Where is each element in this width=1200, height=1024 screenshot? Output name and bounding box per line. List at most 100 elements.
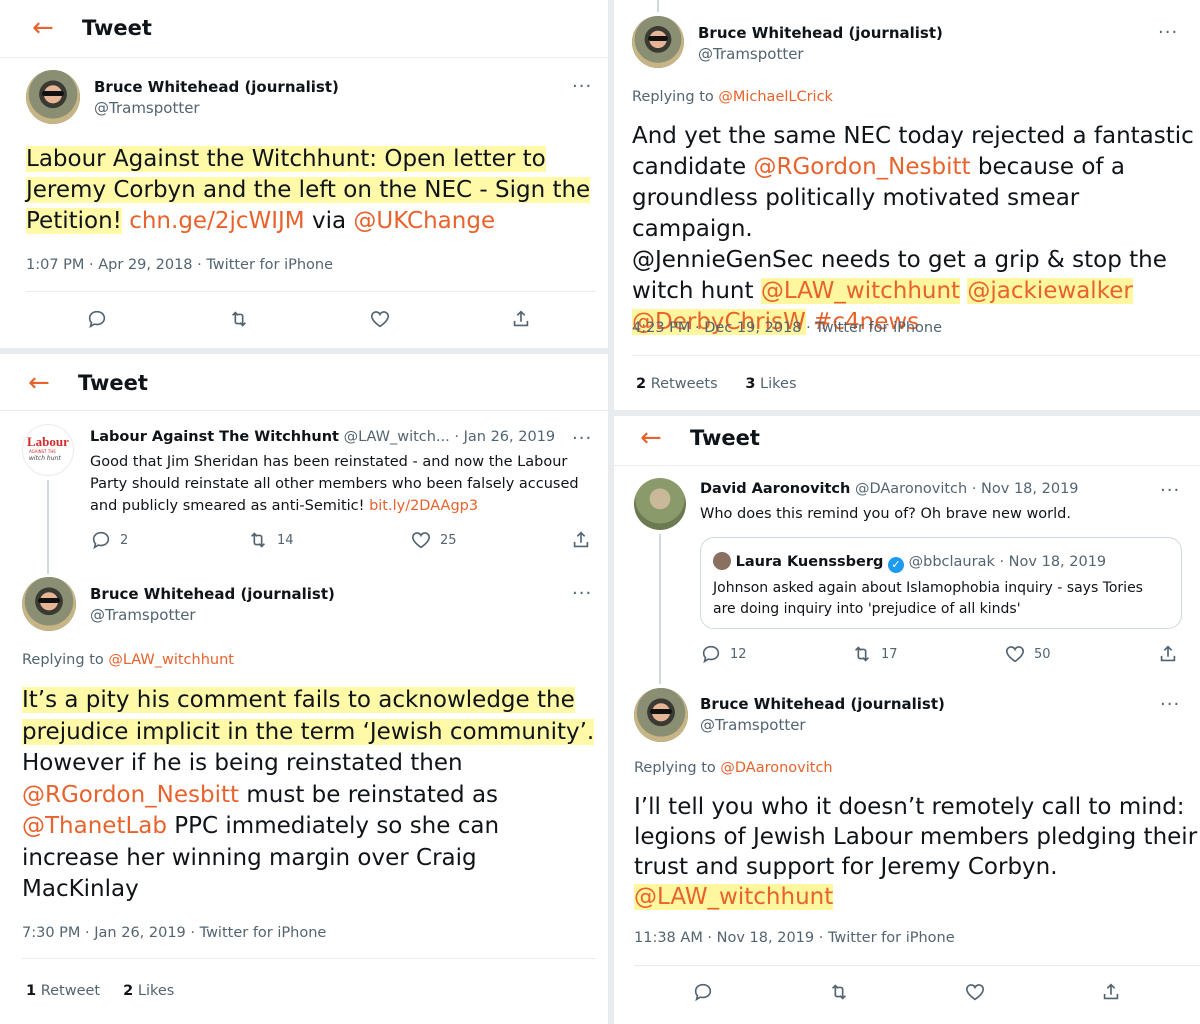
- author-handle[interactable]: @Tramspotter: [90, 606, 196, 624]
- more-icon[interactable]: ···: [1160, 696, 1180, 714]
- retweets-label[interactable]: Retweets: [651, 376, 718, 392]
- retweet-icon: [231, 311, 247, 327]
- header-divider: [0, 410, 608, 411]
- retweets-label[interactable]: Retweet: [41, 983, 100, 999]
- avatar[interactable]: [632, 16, 684, 68]
- likes-count[interactable]: 2: [123, 983, 133, 999]
- avatar[interactable]: [22, 577, 76, 631]
- likes-label[interactable]: Likes: [138, 983, 174, 999]
- tweet-timestamp[interactable]: 7:30 PM · Jan 26, 2019 · Twitter for iPh…: [22, 925, 326, 941]
- more-icon[interactable]: ···: [572, 430, 592, 448]
- retweet-button[interactable]: 14: [247, 529, 294, 551]
- replying-to: Replying to @LAW_witchhunt: [22, 652, 234, 668]
- tweet-text-highlight: prejudice implicit in the term ‘Jewish c…: [22, 718, 595, 745]
- tweet-timestamp[interactable]: 11:38 AM · Nov 18, 2019 · Twitter for iP…: [634, 930, 955, 946]
- likes-count[interactable]: 3: [745, 376, 755, 392]
- tweet-timestamp[interactable]: 4:23 PM · Dec 19, 2018 · Twitter for iPh…: [632, 320, 942, 336]
- mention-link[interactable]: @jackiewalker: [967, 278, 1133, 304]
- parent-author-name[interactable]: Labour Against The Witchhunt: [90, 429, 339, 445]
- quote-author-handle: @bbclaurak · Nov 18, 2019: [908, 554, 1107, 570]
- share-button[interactable]: [1100, 981, 1122, 1003]
- like-button[interactable]: [369, 308, 391, 330]
- mention-link[interactable]: @RGordon_Nesbitt: [753, 154, 970, 180]
- like-icon: [965, 984, 985, 1001]
- reply-icon: [88, 310, 106, 329]
- reply-button[interactable]: 12: [700, 643, 747, 665]
- author-name[interactable]: Bruce Whitehead (journalist): [698, 24, 943, 42]
- like-button[interactable]: [964, 981, 986, 1003]
- replying-to-mention[interactable]: @DAaronovitch: [720, 760, 832, 776]
- author-handle[interactable]: @Tramspotter: [700, 716, 806, 734]
- parent-link[interactable]: bit.ly/2DAAgp3: [369, 498, 478, 514]
- more-icon[interactable]: ···: [572, 585, 592, 603]
- replying-to-mention[interactable]: @LAW_witchhunt: [108, 652, 234, 668]
- law-avatar-sub2: witch hunt: [29, 455, 61, 462]
- replying-to-mention[interactable]: @MichaelLCrick: [718, 89, 833, 105]
- header-title: Tweet: [82, 16, 152, 40]
- reply-count: 2: [120, 532, 129, 548]
- parent-date[interactable]: · Jan 26, 2019: [454, 429, 555, 445]
- tweet-text: And yet the same NEC today rejected a fa…: [632, 123, 1194, 335]
- author-name[interactable]: Bruce Whitehead (journalist): [90, 585, 335, 603]
- share-button[interactable]: [570, 529, 592, 551]
- more-icon[interactable]: ···: [1158, 24, 1178, 42]
- tweet-link[interactable]: chn.ge/2jcWIJM: [129, 208, 304, 234]
- meta-divider: [632, 355, 1200, 356]
- like-button[interactable]: 25: [410, 529, 457, 551]
- mention-link[interactable]: @LAW_witchhunt: [760, 278, 961, 304]
- reply-button[interactable]: [692, 981, 714, 1003]
- likes-label[interactable]: Likes: [760, 376, 796, 392]
- law-avatar[interactable]: Labour AGAINST THE witch hunt: [22, 424, 74, 476]
- tweet-text-highlight: Labour Against the Witchhunt: Open lette…: [26, 146, 546, 172]
- retweet-icon: [831, 984, 847, 1000]
- tweet-panel-1: ← Tweet Bruce Whitehead (journalist) @Tr…: [0, 0, 608, 348]
- retweets-count[interactable]: 2: [636, 376, 646, 392]
- author-name[interactable]: Bruce Whitehead (journalist): [94, 78, 339, 96]
- reply-count: 12: [730, 646, 747, 662]
- header-divider: [0, 57, 608, 58]
- parent-author-name[interactable]: David Aaronovitch: [700, 481, 850, 497]
- reply-icon: [702, 645, 720, 664]
- more-icon[interactable]: ···: [572, 78, 592, 96]
- author-handle[interactable]: @Tramspotter: [698, 45, 804, 63]
- tweet-text-via: via: [311, 208, 347, 234]
- meta-divider: [26, 291, 596, 292]
- tweet-line: groundless politically motivated smear c…: [632, 185, 1080, 242]
- tweet-panel-3: ← Tweet Labour AGAINST THE witch hunt La…: [0, 354, 608, 1024]
- parent-avatar[interactable]: [634, 478, 686, 530]
- header-title: Tweet: [78, 371, 148, 395]
- back-arrow-icon[interactable]: ←: [32, 15, 82, 41]
- reply-button[interactable]: [86, 308, 108, 330]
- parent-author-handle[interactable]: @DAaronovitch · Nov 18, 2019: [855, 481, 1079, 497]
- avatar[interactable]: [26, 70, 80, 124]
- tweet-timestamp[interactable]: 1:07 PM · Apr 29, 2018 · Twitter for iPh…: [26, 257, 333, 273]
- like-button[interactable]: 50: [1004, 643, 1051, 665]
- parent-author-handle[interactable]: @LAW_witch...: [344, 429, 450, 445]
- back-arrow-icon[interactable]: ←: [640, 425, 690, 451]
- avatar[interactable]: [634, 688, 688, 742]
- reply-button[interactable]: 2: [90, 529, 128, 551]
- retweet-button[interactable]: 17: [851, 643, 898, 665]
- author-name[interactable]: Bruce Whitehead (journalist): [700, 695, 945, 713]
- like-icon: [411, 532, 431, 549]
- tweet-panel-2: Bruce Whitehead (journalist) @Tramspotte…: [614, 0, 1200, 410]
- replying-to-prefix: Replying to: [634, 760, 716, 776]
- retweet-button[interactable]: [228, 308, 250, 330]
- share-button[interactable]: [1157, 643, 1179, 665]
- mention-link[interactable]: @UKChange: [353, 208, 495, 234]
- like-icon: [1005, 646, 1025, 663]
- mention-link[interactable]: @LAW_witchhunt: [634, 884, 834, 910]
- quoted-tweet[interactable]: Laura Kuenssberg ✓ @bbclaurak · Nov 18, …: [700, 537, 1182, 629]
- mention-link[interactable]: @ThanetLab: [22, 813, 167, 839]
- retweets-count[interactable]: 1: [26, 983, 36, 999]
- tweet-text: It’s a pity his comment fails to acknowl…: [22, 685, 606, 906]
- tweet-header: ← Tweet: [28, 363, 148, 403]
- retweet-button[interactable]: [828, 981, 850, 1003]
- quote-avatar: [713, 552, 731, 570]
- mention-link[interactable]: @RGordon_Nesbitt: [22, 782, 239, 808]
- back-arrow-icon[interactable]: ←: [28, 370, 78, 396]
- tweet-line: legions of Jewish Labour members pledgin…: [634, 824, 1198, 850]
- more-icon[interactable]: ···: [1160, 482, 1180, 500]
- author-handle[interactable]: @Tramspotter: [94, 99, 200, 117]
- share-button[interactable]: [510, 308, 532, 330]
